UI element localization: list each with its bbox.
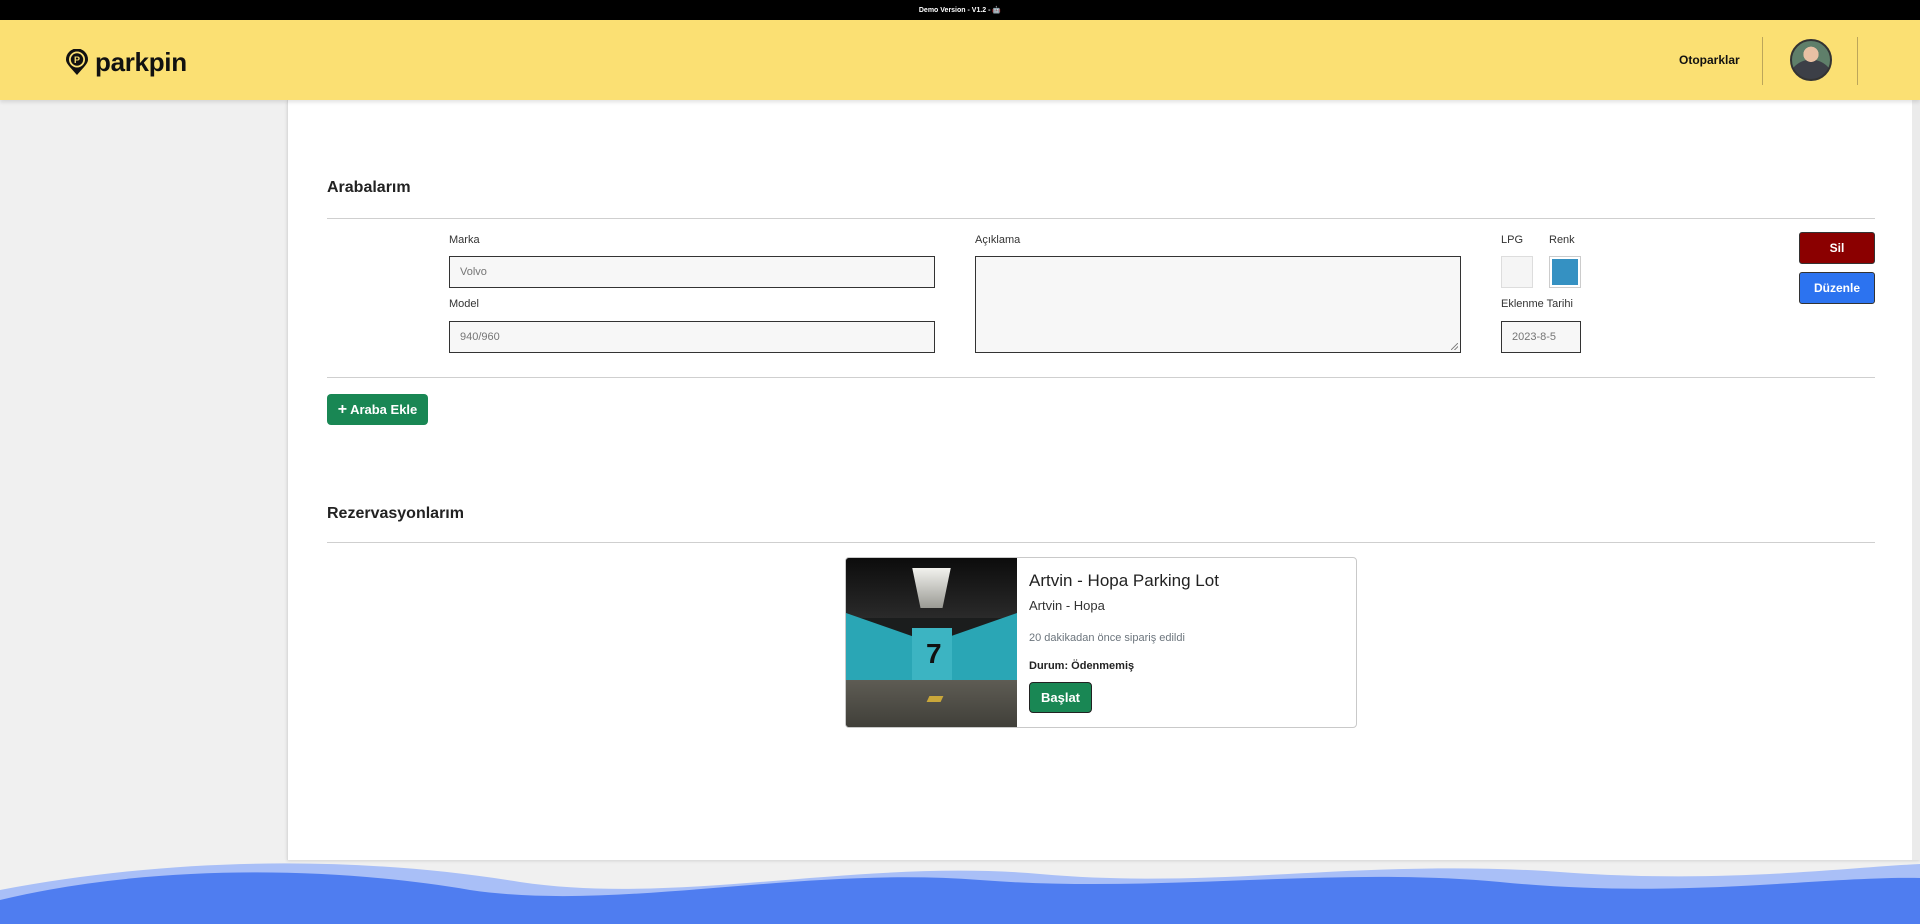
main-panel [287, 100, 1920, 860]
add-car-label: Araba Ekle [350, 402, 418, 417]
reservations-section-title: Rezervasyonlarım [327, 505, 464, 522]
lpg-checkbox[interactable] [1501, 256, 1533, 288]
model-label: Model [449, 298, 479, 310]
reservation-location: Artvin - Hopa [1029, 598, 1105, 613]
divider [327, 542, 1875, 543]
nav-divider [1857, 37, 1858, 85]
brand-link[interactable]: P parkpin [63, 47, 187, 78]
aciklama-textarea[interactable] [975, 256, 1461, 353]
nav-divider [1762, 37, 1763, 85]
nav-link-otoparklar[interactable]: Otoparklar [1679, 53, 1740, 67]
marka-input[interactable] [449, 256, 935, 288]
resize-grip-icon[interactable] [1451, 343, 1458, 350]
reservation-ordered-time: 20 dakikadan önce sipariş edildi [1029, 632, 1185, 644]
parking-garage-photo: 7 [846, 558, 1017, 727]
divider [327, 377, 1875, 378]
eklenme-tarihi-label: Eklenme Tarihi [1501, 298, 1573, 310]
delete-car-button[interactable]: Sil [1799, 232, 1875, 264]
plus-icon: + [337, 400, 348, 418]
reservation-status: Durum: Ödenmemiş [1029, 660, 1135, 672]
eklenme-tarihi-input[interactable] [1501, 321, 1581, 353]
brand-name: parkpin [95, 47, 187, 77]
renk-color-picker[interactable] [1549, 256, 1581, 288]
scrollbar-track[interactable] [1912, 100, 1920, 860]
start-reservation-button[interactable]: Başlat [1029, 682, 1092, 713]
user-avatar[interactable] [1790, 39, 1832, 81]
color-fill [1552, 259, 1578, 285]
lpg-label: LPG [1501, 234, 1524, 246]
pin-p-logo-icon: P [66, 48, 88, 75]
model-input[interactable] [449, 321, 935, 353]
marka-label: Marka [449, 234, 480, 246]
renk-label: Renk [1549, 234, 1575, 246]
edit-car-button[interactable]: Düzenle [1799, 272, 1875, 304]
divider [327, 218, 1875, 219]
footer-waves [0, 863, 1920, 924]
reservation-title: Artvin - Hopa Parking Lot [1029, 571, 1219, 590]
demo-version-banner: Demo Version - V1.2 - 🤖 [0, 0, 1920, 20]
top-navbar: P parkpin Otoparklar [0, 20, 1920, 100]
aciklama-label: Açıklama [975, 234, 1021, 246]
cars-section-title: Arabalarım [327, 179, 411, 196]
svg-text:P: P [74, 55, 80, 65]
add-car-button[interactable]: + Araba Ekle [327, 394, 428, 425]
reservation-card: 7 Artvin - Hopa Parking Lot Artvin - Hop… [845, 557, 1357, 728]
